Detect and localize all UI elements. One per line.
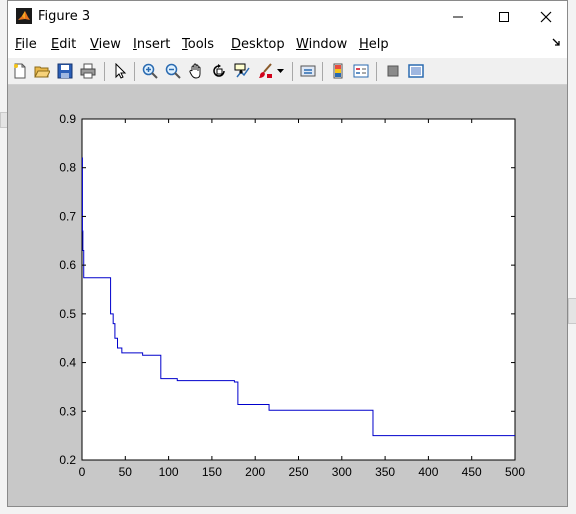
close-button[interactable]: [523, 1, 569, 32]
rotate-3d-icon: [213, 64, 225, 77]
rotate-3d-button[interactable]: [210, 62, 228, 80]
brush-dropdown-icon: [276, 68, 284, 73]
pan-hand-icon: [189, 63, 201, 79]
print-icon: [80, 63, 96, 79]
menu-tools[interactable]: Tools: [182, 37, 214, 52]
y-tick-label: 0.7: [59, 209, 76, 223]
toolbar-separator: [292, 62, 293, 81]
data-cursor-icon: [234, 63, 250, 78]
toolbar-separator: [104, 62, 105, 81]
y-tick-label: 0.4: [59, 356, 76, 370]
menu-view[interactable]: View: [90, 37, 121, 52]
menu-help[interactable]: Help: [359, 37, 389, 52]
x-tick-label: 300: [332, 465, 352, 479]
x-tick-label: 250: [288, 465, 308, 479]
line-chart[interactable]: 0 50 100 150 200 250 300 350 400 450 500 0.2 0.3 0.4 0…: [8, 85, 567, 506]
title-bar: Figure 3: [8, 1, 567, 32]
x-tick-label: 100: [159, 465, 179, 479]
link-plot-button[interactable]: [299, 62, 317, 80]
y-tick-label: 0.9: [59, 112, 76, 126]
brush-icon: [259, 63, 272, 78]
link-plot-icon: [300, 65, 316, 77]
y-tick-label: 0.3: [59, 404, 76, 418]
menu-insert[interactable]: Insert: [133, 37, 170, 52]
y-tick-label: 0.6: [59, 258, 76, 272]
hide-plot-tools-icon: [387, 65, 399, 77]
x-tick-label: 400: [418, 465, 438, 479]
menu-window[interactable]: Window: [296, 37, 347, 52]
show-plot-tools-icon: [408, 64, 424, 78]
close-icon: [540, 11, 552, 22]
figure-canvas: 0 50 100 150 200 250 300 350 400 450 500 0.2 0.3 0.4 0…: [8, 85, 567, 506]
x-tick-label: 350: [375, 465, 395, 479]
data-cursor-button[interactable]: [233, 62, 251, 80]
edit-plot-arrow-icon: [115, 63, 127, 79]
insert-colorbar-button[interactable]: [329, 62, 347, 80]
matlab-logo-icon: [16, 8, 32, 24]
y-tick-label: 0.2: [59, 453, 76, 467]
x-tick-label: 50: [119, 465, 133, 479]
pan-button[interactable]: [187, 62, 205, 80]
zoom-out-button[interactable]: [164, 62, 182, 80]
zoom-in-icon: [142, 63, 158, 79]
x-tick-label: 200: [245, 465, 265, 479]
minimize-button[interactable]: [435, 1, 481, 32]
edit-plot-button[interactable]: [111, 62, 129, 80]
print-button[interactable]: [79, 62, 97, 80]
new-figure-button[interactable]: [11, 62, 29, 80]
figure-toolbar: [8, 58, 567, 85]
toolbar-separator: [322, 62, 323, 81]
background-window-tab: [568, 298, 576, 324]
minimize-icon: [453, 16, 463, 17]
save-button[interactable]: [56, 62, 74, 80]
figure-window: Figure 3 File Edit View Insert Tools Des…: [7, 0, 568, 507]
open-file-icon: [34, 66, 50, 78]
x-tick-label: 500: [505, 465, 525, 479]
insert-legend-button[interactable]: [352, 62, 370, 80]
x-tick-label: 450: [462, 465, 482, 479]
x-tick-label: 150: [202, 465, 222, 479]
legend-icon: [353, 64, 369, 78]
y-tick-label: 0.8: [59, 161, 76, 175]
hide-plot-tools-button[interactable]: [384, 62, 402, 80]
new-figure-icon: [14, 63, 26, 79]
toolbar-separator: [134, 62, 135, 81]
open-file-button[interactable]: [33, 62, 51, 80]
maximize-icon: [499, 11, 509, 22]
colorbar-icon: [333, 63, 343, 79]
show-plot-tools-button[interactable]: [407, 62, 425, 80]
zoom-out-icon: [165, 63, 181, 79]
menu-edit[interactable]: Edit: [51, 37, 76, 52]
brush-button[interactable]: [256, 62, 274, 80]
y-tick-label: 0.5: [59, 307, 76, 321]
dock-figure-icon[interactable]: [552, 38, 561, 47]
menu-file[interactable]: File: [15, 37, 37, 52]
x-tick-label: 0: [79, 465, 86, 479]
menu-desktop[interactable]: Desktop: [231, 37, 285, 52]
maximize-button[interactable]: [481, 1, 527, 32]
toolbar-separator: [376, 62, 377, 81]
menu-bar: File Edit View Insert Tools Desktop Wind…: [8, 32, 567, 58]
brush-dropdown-button[interactable]: [275, 62, 285, 80]
zoom-in-button[interactable]: [141, 62, 159, 80]
window-title: Figure 3: [38, 9, 91, 24]
save-icon: [57, 63, 73, 79]
axes-box: [81, 118, 516, 461]
